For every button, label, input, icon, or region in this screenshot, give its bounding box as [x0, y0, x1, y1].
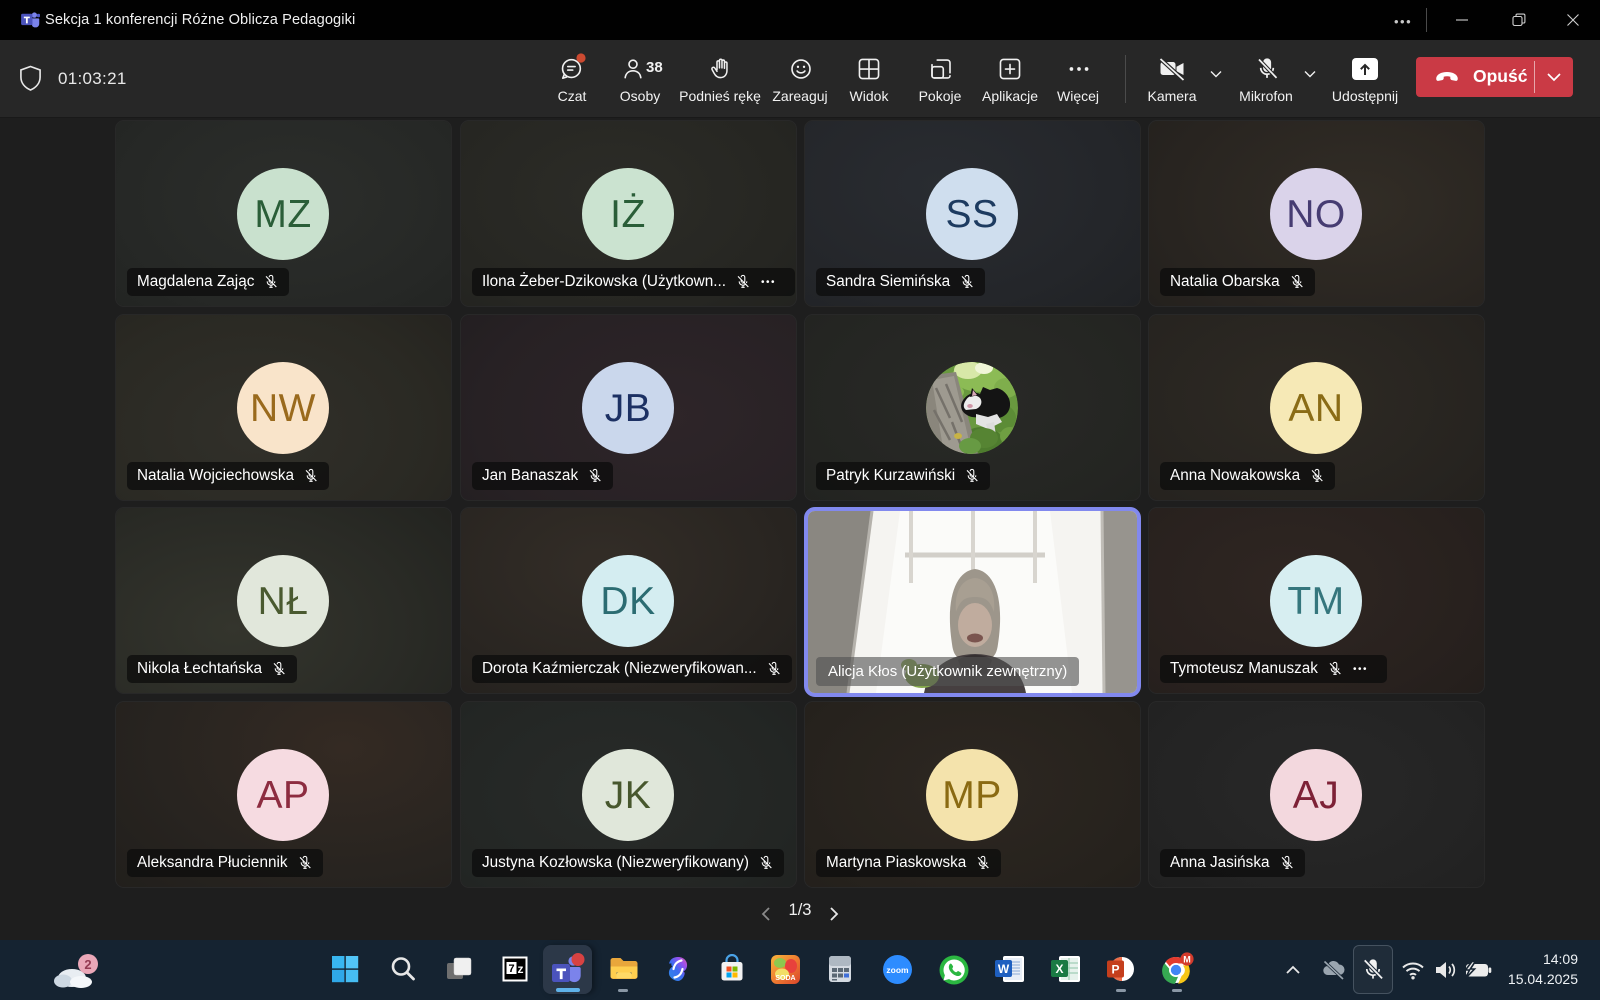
svg-text:2: 2 [84, 957, 91, 972]
svg-text:W: W [998, 962, 1010, 976]
svg-text:zoom: zoom [886, 965, 909, 975]
svg-text:7: 7 [508, 963, 514, 975]
svg-text:M: M [1183, 955, 1191, 965]
svg-text:SODA: SODA [775, 975, 795, 982]
svg-text:X: X [1055, 962, 1063, 976]
svg-text:z: z [518, 962, 524, 976]
svg-text:P: P [1111, 963, 1119, 977]
